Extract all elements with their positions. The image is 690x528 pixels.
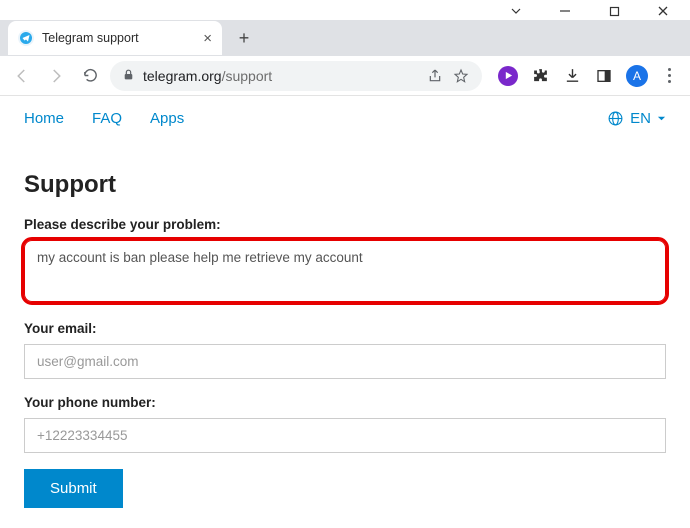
chrome-menu-icon[interactable] xyxy=(660,68,678,83)
extensions-puzzle-icon[interactable] xyxy=(530,66,550,86)
profile-avatar[interactable]: A xyxy=(626,65,648,87)
tab-strip: Telegram support × + xyxy=(0,20,690,56)
tab-title: Telegram support xyxy=(42,31,195,45)
email-group: Your email: xyxy=(24,321,666,379)
phone-label: Your phone number: xyxy=(24,395,666,410)
submit-button[interactable]: Submit xyxy=(24,469,123,508)
url-text: telegram.org/support xyxy=(143,68,418,84)
page-title: Support xyxy=(24,171,666,199)
browser-toolbar: telegram.org/support A xyxy=(0,56,690,96)
forward-button[interactable] xyxy=(42,62,70,90)
problem-label: Please describe your problem: xyxy=(24,217,666,232)
back-button[interactable] xyxy=(8,62,36,90)
globe-icon xyxy=(607,110,624,127)
browser-tab[interactable]: Telegram support × xyxy=(8,21,222,55)
language-switch[interactable]: EN xyxy=(607,110,666,127)
nav-apps[interactable]: Apps xyxy=(150,110,184,127)
form-content: Support Please describe your problem: Yo… xyxy=(0,141,690,528)
download-icon[interactable] xyxy=(562,66,582,86)
window-dropdown-icon[interactable] xyxy=(509,4,523,18)
extension-area: A xyxy=(488,65,682,87)
reload-button[interactable] xyxy=(76,62,104,90)
window-controls xyxy=(0,0,690,20)
share-icon[interactable] xyxy=(426,68,444,84)
lock-icon xyxy=(122,68,135,84)
site-nav: Home FAQ Apps EN xyxy=(0,96,690,141)
phone-group: Your phone number: xyxy=(24,395,666,453)
caret-down-icon xyxy=(657,114,666,123)
nav-home[interactable]: Home xyxy=(24,110,64,127)
window-close-icon[interactable] xyxy=(656,4,670,18)
page-content: Home FAQ Apps EN Support Please describe… xyxy=(0,96,690,528)
problem-textarea[interactable] xyxy=(24,240,666,302)
play-extension-icon[interactable] xyxy=(498,66,518,86)
address-bar[interactable]: telegram.org/support xyxy=(110,61,482,91)
tab-close-icon[interactable]: × xyxy=(203,30,212,47)
maximize-icon[interactable] xyxy=(607,4,621,18)
language-label: EN xyxy=(630,110,651,127)
problem-group: Please describe your problem: xyxy=(24,217,666,305)
minimize-icon[interactable] xyxy=(558,4,572,18)
bookmark-star-icon[interactable] xyxy=(452,68,470,84)
nav-faq[interactable]: FAQ xyxy=(92,110,122,127)
telegram-favicon-icon xyxy=(18,30,34,46)
new-tab-button[interactable]: + xyxy=(230,24,258,52)
phone-input[interactable] xyxy=(24,418,666,453)
panel-icon[interactable] xyxy=(594,66,614,86)
email-label: Your email: xyxy=(24,321,666,336)
email-input[interactable] xyxy=(24,344,666,379)
